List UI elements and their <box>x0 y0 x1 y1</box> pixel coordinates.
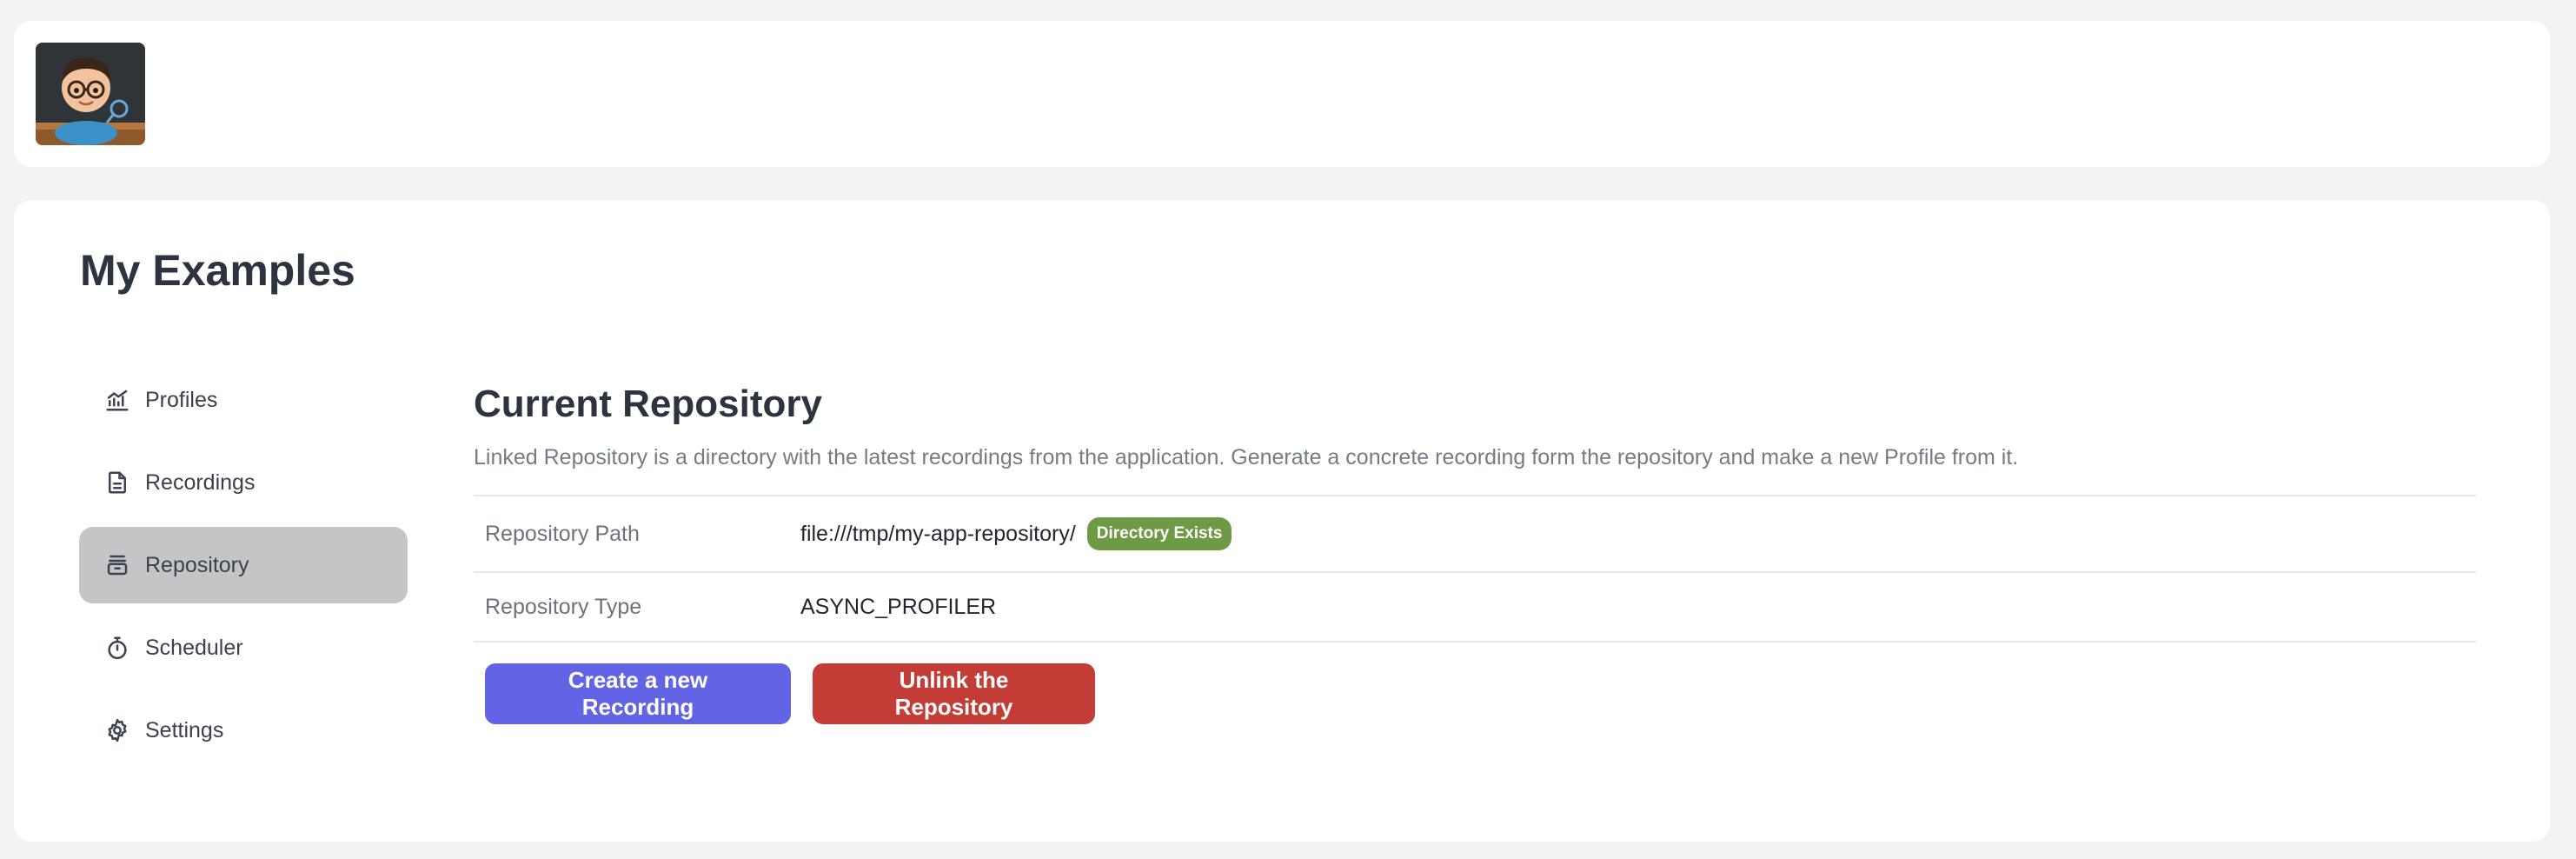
sidebar-item-label: Profiles <box>145 387 218 412</box>
row-key: Repository Type <box>485 594 642 619</box>
row-key: Repository Path <box>485 521 640 546</box>
page-title: My Examples <box>80 246 355 295</box>
create-recording-button[interactable]: Create a new Recording <box>485 663 791 724</box>
gear-icon <box>103 716 131 744</box>
section-title: Current Repository <box>474 383 822 425</box>
timer-icon <box>103 634 131 662</box>
row-value: file:///tmp/my-app-repository/ Directory… <box>800 517 1232 550</box>
sidebar-item-label: Repository <box>145 552 249 577</box>
sidebar-item-repository[interactable]: Repository <box>79 527 408 603</box>
sidebar-item-recordings[interactable]: Recordings <box>79 444 408 521</box>
sidebar-item-scheduler[interactable]: Scheduler <box>79 609 408 686</box>
table-row: Repository Type ASYNC_PROFILER <box>474 573 2476 643</box>
status-badge: Directory Exists <box>1086 517 1232 550</box>
sidebar-item-label: Recordings <box>145 469 256 495</box>
table-row: Repository Path file:///tmp/my-app-repos… <box>474 496 2476 573</box>
sidebar-item-profiles[interactable]: Profiles <box>79 362 408 438</box>
sidebar-item-label: Scheduler <box>145 635 243 660</box>
sidebar-nav: Profiles Recordings Repository Scheduler… <box>79 362 408 775</box>
repository-section: Current Repository Linked Repository is … <box>474 383 2476 724</box>
main-panel: My Examples Profiles Recordings Reposito… <box>14 200 2550 842</box>
chart-icon <box>103 386 131 414</box>
repository-type-value: ASYNC_PROFILER <box>800 594 997 619</box>
sidebar-item-settings[interactable]: Settings <box>79 692 408 769</box>
archive-icon <box>103 551 131 579</box>
sidebar-item-label: Settings <box>145 717 224 742</box>
top-header <box>14 21 2550 167</box>
section-description: Linked Repository is a directory with th… <box>474 445 2019 469</box>
repository-path-value: file:///tmp/my-app-repository/ <box>800 521 1076 546</box>
document-icon <box>103 469 131 496</box>
repository-info-table: Repository Path file:///tmp/my-app-repos… <box>474 495 2476 643</box>
unlink-repository-button[interactable]: Unlink the Repository <box>813 663 1095 724</box>
action-buttons: Create a new Recording Unlink the Reposi… <box>474 663 2476 724</box>
app-logo[interactable] <box>36 43 145 145</box>
